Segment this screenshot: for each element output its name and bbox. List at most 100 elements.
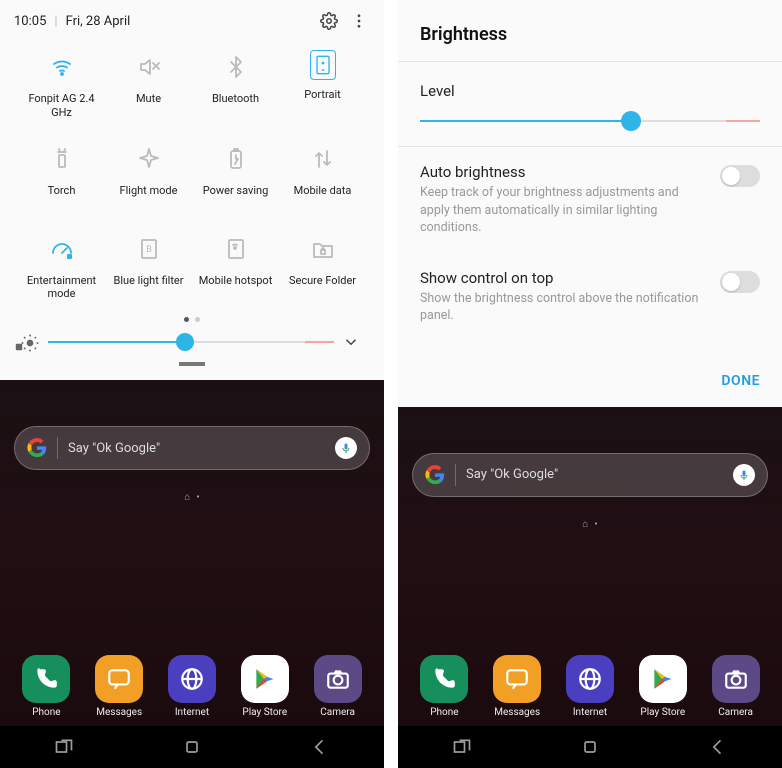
show-control-on-top-row[interactable]: Show control on top Show the brightness … <box>398 253 782 341</box>
app-label: Messages <box>96 707 142 718</box>
qs-tile-battery[interactable]: Power saving <box>192 132 279 222</box>
app-phone[interactable]: Phone <box>16 655 76 718</box>
google-logo-icon <box>27 438 47 458</box>
qs-tile-label: Entertainment mode <box>20 274 103 302</box>
bluetooth-icon <box>219 50 253 84</box>
play-app-icon <box>639 655 687 703</box>
app-camera[interactable]: Camera <box>706 655 766 718</box>
panel-drag-handle[interactable] <box>14 360 370 374</box>
qs-tile-bluetooth[interactable]: Bluetooth <box>192 40 279 132</box>
show-control-subtitle: Show the brightness control above the no… <box>420 290 706 325</box>
app-dock: Phone Messages Internet Play Store Camera <box>0 647 384 726</box>
brightness-slider[interactable] <box>48 332 334 352</box>
phone-app-icon <box>22 655 70 703</box>
google-search-bar[interactable]: Say "Ok Google" <box>412 453 768 497</box>
show-control-title: Show control on top <box>420 269 706 287</box>
settings-title: Brightness <box>398 18 782 61</box>
qs-tile-label: Mobile hotspot <box>199 274 273 300</box>
auto-brightness-icon[interactable] <box>20 333 40 351</box>
auto-brightness-row[interactable]: Auto brightness Keep track of your brigh… <box>398 147 782 253</box>
qs-tile-label: Mobile data <box>294 184 352 210</box>
auto-brightness-toggle[interactable] <box>720 165 760 187</box>
qs-tile-portrait[interactable]: Portrait <box>279 40 366 132</box>
search-placeholder: Say "Ok Google" <box>466 467 723 482</box>
auto-brightness-subtitle: Keep track of your brightness adjustment… <box>420 184 706 237</box>
app-play[interactable]: Play Store <box>235 655 295 718</box>
quick-settings-grid: Fonpit AG 2.4 GHz Mute BluetoothPortrait To… <box>14 32 370 313</box>
status-bar: 10:05 | Fri, 28 April <box>14 10 370 32</box>
google-logo-icon <box>425 465 445 485</box>
portrait-icon <box>310 50 336 80</box>
quick-settings-pager[interactable] <box>14 313 370 324</box>
qs-tile-wifi[interactable]: Fonpit AG 2.4 GHz <box>18 40 105 132</box>
pager-dot <box>195 317 200 322</box>
play-app-icon <box>241 655 289 703</box>
homescreen-pager: ⌂ • <box>398 519 782 530</box>
app-label: Camera <box>320 707 355 718</box>
homescreen-pager: ⌂ • <box>0 492 384 503</box>
app-play[interactable]: Play Store <box>633 655 693 718</box>
panel-expand-icon[interactable] <box>342 333 360 351</box>
securefolder-icon <box>306 232 340 266</box>
app-camera[interactable]: Camera <box>308 655 368 718</box>
search-placeholder: Say "Ok Google" <box>68 441 325 456</box>
qs-tile-hotspot[interactable]: Mobile hotspot <box>192 222 279 314</box>
home-indicator-icon: ⌂ <box>582 519 588 530</box>
qs-tile-mobiledata[interactable]: Mobile data <box>279 132 366 222</box>
svg-text:B: B <box>146 245 152 255</box>
gauge-icon <box>45 232 79 266</box>
battery-icon <box>219 142 253 176</box>
voice-search-icon[interactable] <box>335 437 357 459</box>
phone-left-quick-settings: 10:05 | Fri, 28 April Fonpit AG 2.4 GHz M… <box>0 0 384 768</box>
qs-tile-label: Torch <box>48 184 76 210</box>
app-label: Play Store <box>242 707 287 718</box>
app-dock: Phone Messages Internet Play Store Camera <box>398 647 782 726</box>
camera-app-icon <box>314 655 362 703</box>
qs-tile-label: Blue light filter <box>114 274 184 300</box>
google-search-bar[interactable]: Say "Ok Google" <box>14 426 370 470</box>
voice-search-icon[interactable] <box>733 464 755 486</box>
qs-tile-label: Secure Folder <box>289 274 356 300</box>
qs-tile-gauge[interactable]: Entertainment mode <box>18 222 105 314</box>
qs-tile-torch[interactable]: Torch <box>18 132 105 222</box>
app-label: Phone <box>32 707 60 718</box>
app-msg[interactable]: Messages <box>89 655 149 718</box>
show-control-toggle[interactable] <box>720 271 760 293</box>
app-label: Phone <box>430 707 458 718</box>
level-section: Level <box>398 62 782 146</box>
qs-tile-label: Power saving <box>203 184 269 210</box>
qs-tile-label: Fonpit AG 2.4 GHz <box>20 92 103 120</box>
homescreen: Say "Ok Google" ⌂ • Phone Messages Interne… <box>0 380 384 768</box>
settings-gear-icon[interactable] <box>318 10 340 32</box>
msg-app-icon <box>493 655 541 703</box>
level-slider[interactable] <box>420 110 760 132</box>
app-globe[interactable]: Internet <box>162 655 222 718</box>
status-divider: | <box>54 14 57 29</box>
hotspot-icon <box>219 232 253 266</box>
app-label: Play Store <box>640 707 685 718</box>
notification-panel: 10:05 | Fri, 28 April Fonpit AG 2.4 GHz M… <box>0 0 384 380</box>
qs-tile-airplane[interactable]: Flight mode <box>105 132 192 222</box>
app-globe[interactable]: Internet <box>560 655 620 718</box>
qs-tile-label: Flight mode <box>120 184 178 210</box>
phone-app-icon <box>420 655 468 703</box>
app-msg[interactable]: Messages <box>487 655 547 718</box>
app-phone[interactable]: Phone <box>414 655 474 718</box>
globe-app-icon <box>168 655 216 703</box>
pager-dot-current <box>184 317 189 322</box>
level-slider-thumb[interactable] <box>621 111 641 131</box>
qs-tile-securefolder[interactable]: Secure Folder <box>279 222 366 314</box>
overflow-menu-icon[interactable] <box>348 10 370 32</box>
airplane-icon <box>132 142 166 176</box>
app-label: Internet <box>573 707 607 718</box>
qs-tile-bluefilter[interactable]: B Blue light filter <box>105 222 192 314</box>
status-time: 10:05 <box>14 14 46 29</box>
mute-icon <box>132 50 166 84</box>
qs-tile-mute[interactable]: Mute <box>105 40 192 132</box>
done-button[interactable]: DONE <box>721 373 760 389</box>
qs-tile-label: Mute <box>136 92 161 118</box>
brightness-slider-thumb[interactable] <box>176 333 194 351</box>
bluefilter-icon: B <box>132 232 166 266</box>
mobiledata-icon <box>306 142 340 176</box>
globe-app-icon <box>566 655 614 703</box>
